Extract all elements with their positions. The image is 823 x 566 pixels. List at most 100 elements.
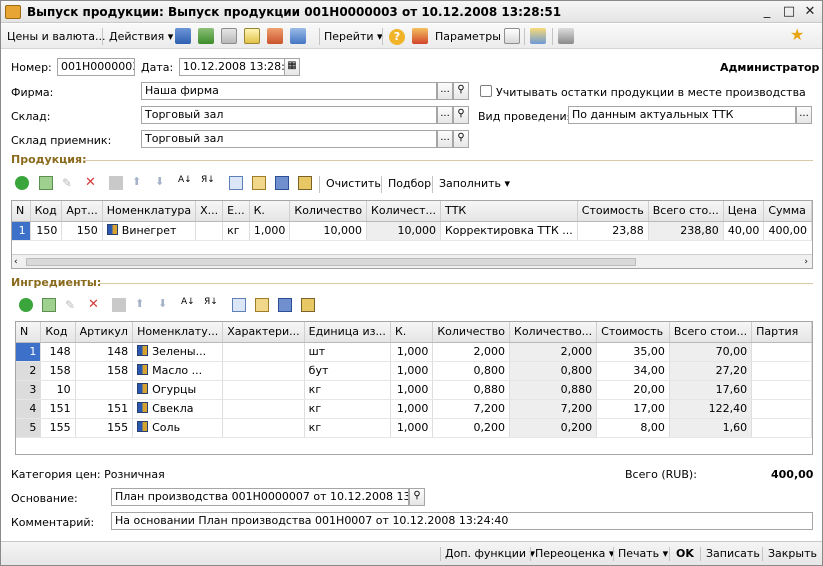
ingredient-cell[interactable]	[751, 418, 812, 438]
ingredient-cell[interactable]	[222, 418, 305, 438]
ingredient-cell[interactable]: 155	[40, 418, 76, 438]
scroll-thumb[interactable]	[26, 258, 636, 266]
ingredient-cell[interactable]: 10	[40, 380, 76, 400]
edit-row-icon[interactable]: ✎	[62, 176, 76, 190]
add-row-icon[interactable]	[15, 176, 29, 190]
ingredient-cell[interactable]: 34,00	[596, 361, 670, 381]
ingredient-cell[interactable]: 2	[16, 361, 42, 381]
move-down-icon[interactable]: ⬇	[158, 297, 172, 311]
copy-table-icon[interactable]	[278, 298, 292, 312]
movements-icon[interactable]	[267, 28, 283, 44]
warehouse-search-icon[interactable]: ⚲	[453, 106, 469, 124]
scroll-right-icon[interactable]: ›	[804, 257, 808, 267]
ingredient-column-header[interactable]: Единица из...	[304, 322, 391, 343]
product-column-header[interactable]: Стоимость	[577, 201, 649, 222]
product-cell[interactable]: 150	[61, 221, 103, 241]
ingredient-cell[interactable]: кг	[304, 418, 391, 438]
parameters-button[interactable]: Параметры	[435, 29, 501, 45]
clear-button[interactable]: Очистить	[326, 177, 381, 190]
ingredient-cell[interactable]: 3	[16, 380, 42, 400]
close-button[interactable]: Закрыть	[768, 547, 817, 560]
ingredient-cell[interactable]: 1,000	[390, 342, 434, 362]
ingredient-cell[interactable]: 0,880	[432, 380, 511, 400]
product-cell[interactable]: 10,000	[366, 221, 441, 241]
ingredient-cell[interactable]	[222, 380, 305, 400]
print-menu[interactable]: Печать ▾	[618, 547, 668, 560]
ingredient-column-header[interactable]: Количество...	[509, 322, 598, 343]
ingredient-cell[interactable]	[751, 380, 812, 400]
extra-functions-menu[interactable]: Доп. функции ▾	[445, 547, 535, 560]
basis-search-icon[interactable]: ⚲	[409, 488, 425, 506]
tools-icon[interactable]	[530, 28, 546, 44]
ingredient-cell[interactable]: 148	[40, 342, 76, 362]
number-field[interactable]: 001Н0000003	[57, 58, 135, 76]
ingredient-cell[interactable]: 155	[75, 418, 134, 438]
product-cell[interactable]: 40,00	[723, 221, 765, 241]
pick-button[interactable]: Подбор	[388, 177, 431, 190]
ingredient-cell[interactable]	[222, 399, 305, 419]
maximize-button[interactable]: □	[781, 4, 797, 19]
posting-type-field[interactable]: По данным актуальных ТТК	[568, 106, 796, 124]
ingredient-cell[interactable]: 27,20	[669, 361, 753, 381]
receiver-select-button[interactable]: ...	[437, 130, 453, 148]
prices-currency-button[interactable]: Цены и валюта...	[7, 29, 105, 45]
ingredient-cell[interactable]: 1,000	[390, 418, 434, 438]
ingredient-cell[interactable]: 1,000	[390, 380, 434, 400]
ingredient-cell[interactable]: Свекла	[132, 399, 224, 419]
end-edit-icon[interactable]	[112, 298, 126, 312]
ingredient-column-header[interactable]: Количество	[432, 322, 511, 343]
ingredient-cell[interactable]: Огурцы	[132, 380, 224, 400]
firm-field[interactable]: Наша фирма	[141, 82, 437, 100]
ingredient-cell[interactable]: бут	[304, 361, 391, 381]
ingredient-cell[interactable]: 7,200	[509, 399, 598, 419]
products-table[interactable]: N Код Арт... Номенклатура Х... Е... К. Количест…	[11, 200, 813, 269]
ingredient-cell[interactable]: Соль	[132, 418, 224, 438]
ingredient-cell[interactable]: шт	[304, 342, 391, 362]
product-row[interactable]: 1 150 150 Винегрет кг 1,000 10,000 10,000 Коррек…	[12, 221, 812, 241]
delete-ingredient-icon[interactable]: ✕	[88, 297, 102, 312]
comment-field[interactable]: На основании План производства 001Н0007 …	[111, 512, 813, 530]
sort-desc-icon[interactable]: Я↓	[204, 297, 218, 311]
close-window-button[interactable]: ✕	[802, 4, 818, 19]
product-cell[interactable]: кг	[222, 221, 250, 241]
ingredient-column-header[interactable]: Код	[40, 322, 76, 343]
products-horizontal-scrollbar[interactable]: ‹ ›	[12, 254, 812, 268]
ingredients-table[interactable]: N Код Артикул Номенклату... Характери... Един…	[15, 321, 813, 455]
product-cell[interactable]: 238,80	[648, 221, 724, 241]
copy-table-icon[interactable]	[275, 176, 289, 190]
consider-stock-checkbox[interactable]	[480, 85, 492, 97]
product-cell[interactable]: 150	[30, 221, 63, 241]
revaluation-menu[interactable]: Переоценка ▾	[535, 547, 614, 560]
copy-ingredient-icon[interactable]	[42, 298, 56, 312]
copy-icon[interactable]	[229, 176, 243, 190]
ingredient-row[interactable]: 1 148 148 Зелены... шт 1,000 2,000 2,000 35,00 70…	[16, 342, 812, 362]
ingredient-cell[interactable]: 1,000	[390, 361, 434, 381]
refresh-icon[interactable]	[198, 28, 214, 44]
copy-document-icon[interactable]	[221, 28, 237, 44]
product-cell[interactable]: 23,88	[577, 221, 649, 241]
ingredient-cell[interactable]: 148	[75, 342, 134, 362]
structure-icon[interactable]	[244, 28, 260, 44]
fill-menu[interactable]: Заполнить ▾	[439, 177, 510, 190]
basis-field[interactable]: План производства 001Н0000007 от 10.12.2…	[111, 488, 409, 506]
ingredient-cell[interactable]: 5	[16, 418, 42, 438]
receiver-warehouse-field[interactable]: Торговый зал	[141, 130, 437, 148]
ingredient-row[interactable]: 2 158 158 Масло ... бут 1,000 0,800 0,800 34,00 2…	[16, 361, 812, 381]
move-down-icon[interactable]: ⬇	[155, 175, 169, 189]
ingredient-cell[interactable]: 1	[16, 342, 42, 362]
sort-asc-icon[interactable]: A↓	[178, 175, 192, 189]
ingredient-column-header[interactable]: N	[16, 322, 42, 343]
ingredient-column-header[interactable]: Стоимость	[596, 322, 670, 343]
copy-row-icon[interactable]	[39, 176, 53, 190]
product-cell[interactable]	[195, 221, 224, 241]
product-cell[interactable]: 400,00	[763, 221, 812, 241]
ingredient-cell[interactable]: 158	[40, 361, 76, 381]
delete-row-icon[interactable]: ✕	[85, 175, 99, 190]
ingredient-cell[interactable]: 0,800	[432, 361, 511, 381]
calendar-icon[interactable]: ▦	[284, 58, 300, 76]
actions-menu[interactable]: Действия ▾	[109, 29, 173, 45]
ingredient-cell[interactable]: 1,000	[390, 399, 434, 419]
product-cell[interactable]: 1,000	[249, 221, 291, 241]
ingredient-cell[interactable]: 20,00	[596, 380, 670, 400]
ingredient-column-header[interactable]: Артикул	[75, 322, 134, 343]
